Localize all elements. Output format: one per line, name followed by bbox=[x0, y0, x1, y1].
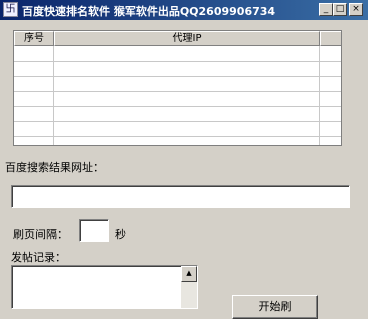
column-header-extra[interactable] bbox=[320, 31, 341, 46]
grid-row-line bbox=[14, 136, 341, 137]
grid-row-line bbox=[14, 91, 341, 92]
app-icon[interactable]: 卐 bbox=[3, 2, 18, 17]
interval-unit: 秒 bbox=[115, 228, 126, 241]
interval-input[interactable] bbox=[79, 219, 109, 242]
title-bar[interactable]: 卐 百度快速排名软件 猴军软件出品QQ2609906734 _ □ × bbox=[0, 0, 368, 20]
column-header-proxy-ip[interactable]: 代理IP bbox=[54, 31, 320, 46]
post-log-label: 发帖记录： bbox=[11, 251, 66, 264]
grid-row-line bbox=[14, 76, 341, 77]
grid-row-line bbox=[14, 106, 341, 107]
scroll-up-arrow-icon[interactable]: ▲ bbox=[181, 266, 197, 282]
proxy-list-table[interactable]: 序号 代理IP bbox=[13, 30, 342, 146]
post-log-textarea[interactable]: ▲ bbox=[11, 265, 198, 309]
url-label: 百度搜索结果网址： bbox=[5, 161, 104, 174]
maximize-button[interactable]: □ bbox=[333, 3, 347, 16]
close-button[interactable]: × bbox=[349, 3, 363, 16]
url-input[interactable] bbox=[11, 185, 350, 208]
table-header: 序号 代理IP bbox=[14, 31, 341, 46]
column-header-index[interactable]: 序号 bbox=[14, 31, 54, 46]
window-title: 百度快速排名软件 猴军软件出品QQ2609906734 bbox=[22, 5, 276, 18]
grid-row-line bbox=[14, 61, 341, 62]
start-button[interactable]: 开始刷 bbox=[232, 295, 318, 319]
minimize-button[interactable]: _ bbox=[319, 3, 333, 16]
interval-label: 刷页间隔： bbox=[13, 228, 68, 241]
grid-row-line bbox=[14, 121, 341, 122]
vertical-scrollbar[interactable]: ▲ bbox=[181, 266, 197, 308]
